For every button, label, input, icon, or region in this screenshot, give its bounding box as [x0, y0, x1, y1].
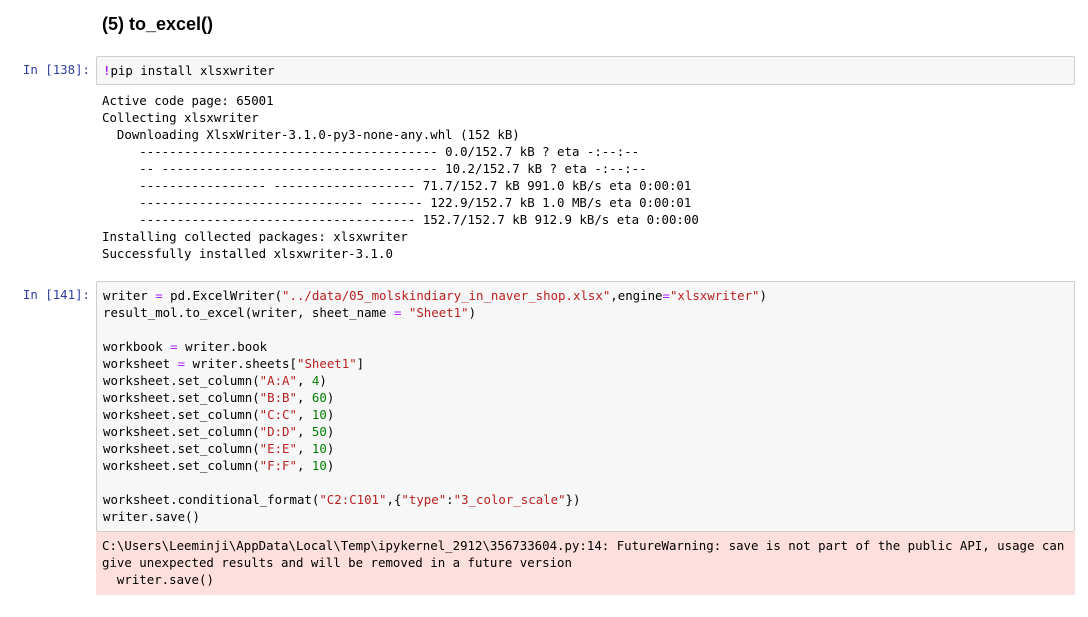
cell1-code-text: pip install xlsxwriter: [110, 63, 275, 78]
code-token: =: [170, 339, 178, 354]
code-line: writer = pd.ExcelWriter("../data/05_mols…: [97, 287, 1074, 304]
code-token: "F:F": [259, 458, 297, 473]
code-token: "Sheet1": [408, 305, 469, 320]
code-token: 10: [311, 441, 327, 456]
code-line: worksheet.set_column("C:C", 10): [97, 406, 1074, 423]
code-token: ,: [296, 407, 312, 422]
code-token: ,: [296, 373, 312, 388]
cell1-code-line: !pip install xlsxwriter: [97, 62, 1074, 79]
code-line: worksheet.set_column("D:D", 50): [97, 423, 1074, 440]
code-token: worksheet.set_column(: [103, 373, 260, 388]
code-token: writer.book: [177, 339, 268, 354]
code-token: ,engine: [610, 288, 663, 303]
output-line: ----------------- ------------------- 71…: [102, 178, 692, 193]
code-token: worksheet.set_column(: [103, 441, 260, 456]
output-line: ------------------------------------- 15…: [102, 212, 699, 227]
cell1-output: Active code page: 65001 Collecting xlsxwr…: [102, 92, 699, 262]
cell1-prompt: In [138]:: [22, 62, 90, 77]
code-line: writer.save(): [97, 508, 1074, 525]
code-token: "../data/05_molskindiary_in_naver_shop.x…: [282, 288, 611, 303]
output-line: Successfully installed xlsxwriter-3.1.0: [102, 246, 393, 261]
code-token: ): [326, 407, 335, 422]
code-line: worksheet.set_column("E:E", 10): [97, 440, 1074, 457]
code-line: worksheet.set_column("B:B", 60): [97, 389, 1074, 406]
code-token: 10: [311, 458, 327, 473]
code-token: "type": [401, 492, 447, 507]
code-token: ): [326, 424, 335, 439]
code-token: 60: [311, 390, 327, 405]
code-token: ,: [296, 424, 312, 439]
code-line: worksheet.conditional_format("C2:C101",{…: [97, 491, 1074, 508]
code-token: ,: [296, 458, 312, 473]
output-line: ----------------------------------------…: [102, 144, 640, 159]
code-token: ,{: [386, 492, 402, 507]
cell2-input[interactable]: writer = pd.ExcelWriter("../data/05_mols…: [96, 281, 1075, 532]
code-token: worksheet.conditional_format(: [103, 492, 320, 507]
code-token: "3_color_scale": [453, 492, 566, 507]
code-token: writer: [103, 288, 156, 303]
cell1-input[interactable]: !pip install xlsxwriter: [96, 56, 1075, 85]
code-token: "xlsxwriter": [669, 288, 760, 303]
code-token: ): [468, 305, 477, 320]
code-token: worksheet.set_column(: [103, 458, 260, 473]
code-token: ): [319, 373, 327, 388]
code-token: "D:D": [259, 424, 297, 439]
code-line: result_mol.to_excel(writer, sheet_name =…: [97, 304, 1074, 321]
code-token: writer.sheets[: [185, 356, 297, 371]
code-token: "B:B": [259, 390, 297, 405]
cell2-stderr-output: C:\Users\Leeminji\AppData\Local\Temp\ipy…: [96, 532, 1075, 595]
code-token: worksheet.set_column(: [103, 407, 260, 422]
code-token: ,: [296, 390, 312, 405]
code-token: =: [177, 356, 186, 371]
code-token: =: [155, 288, 163, 303]
code-token: result_mol.to_excel(writer, sheet_name: [103, 305, 394, 320]
code-token: "A:A": [259, 373, 297, 388]
output-line: Collecting xlsxwriter: [102, 110, 259, 125]
output-line: Downloading XlsxWriter-3.1.0-py3-none-an…: [102, 127, 520, 142]
code-token: ,: [296, 441, 312, 456]
output-line: Active code page: 65001: [102, 93, 274, 108]
code-token: pd.ExcelWriter(: [162, 288, 283, 303]
output-line: ------------------------------ ------- 1…: [102, 195, 692, 210]
code-token: ): [326, 458, 335, 473]
code-token: worksheet.set_column(: [103, 424, 260, 439]
code-line: worksheet = writer.sheets["Sheet1"]: [97, 355, 1074, 372]
code-token: =: [662, 288, 670, 303]
code-line: worksheet.set_column("A:A", 4): [97, 372, 1074, 389]
code-token: "C:C": [259, 407, 297, 422]
section-heading: (5) to_excel(): [102, 14, 214, 34]
cell2-prompt: In [141]:: [22, 287, 90, 302]
code-token: ): [326, 390, 335, 405]
code-token: "Sheet1": [296, 356, 357, 371]
code-token: 50: [311, 424, 327, 439]
output-line: -- -------------------------------------…: [102, 161, 647, 176]
code-token: }): [565, 492, 581, 507]
code-token: ): [759, 288, 767, 303]
code-line: workbook = writer.book: [97, 338, 1074, 355]
code-token: 10: [311, 407, 327, 422]
code-token: ): [326, 441, 335, 456]
code-token: ]: [356, 356, 365, 371]
code-token: workbook: [103, 339, 171, 354]
code-line: worksheet.set_column("F:F", 10): [97, 457, 1074, 474]
code-token: writer.save(): [103, 509, 200, 524]
code-token: worksheet.set_column(: [103, 390, 260, 405]
code-token: worksheet: [103, 356, 178, 371]
output-line: Installing collected packages: xlsxwrite…: [102, 229, 408, 244]
code-token: "C2:C101": [319, 492, 387, 507]
code-token: :: [446, 492, 454, 507]
code-token: "E:E": [259, 441, 297, 456]
